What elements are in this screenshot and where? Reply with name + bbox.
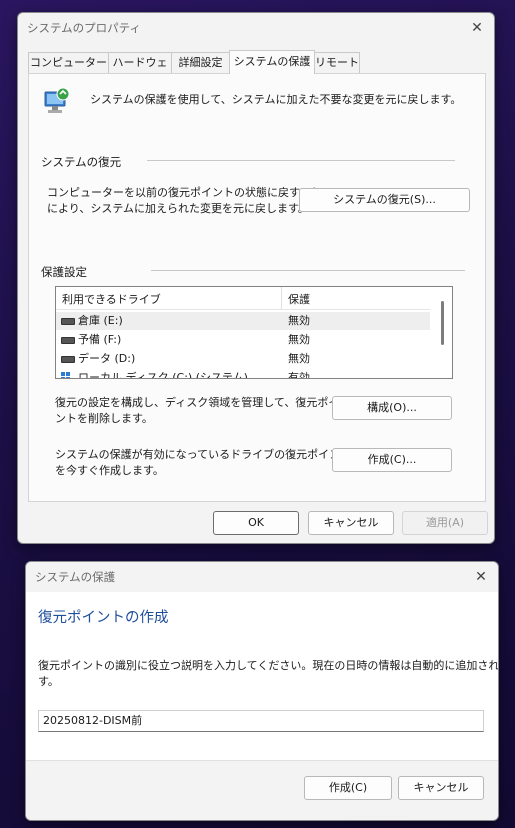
drive-icon [61, 337, 75, 344]
drive-list[interactable]: 利用できるドライブ 保護 倉庫 (E:) 無効 予備 (F:) 無効 データ (… [55, 286, 453, 379]
restore-desc-line2: により、システムに加えられた変更を元に戻します。 [47, 202, 309, 215]
apply-button[interactable]: 適用(A) [402, 511, 488, 535]
drive-icon [61, 318, 75, 325]
drive-row[interactable]: 倉庫 (E:) 無効 [56, 312, 430, 330]
scrollbar[interactable] [441, 301, 444, 345]
system-protection-icon [44, 87, 70, 113]
drive-status: 有効 [288, 371, 310, 379]
dialog-title: システムの保護 [26, 562, 498, 592]
close-icon[interactable]: ✕ [464, 16, 490, 40]
drive-status: 無効 [288, 352, 310, 365]
system-protection-panel: システムの保護を使用して、システムに加えた不要な変更を元に戻します。 システムの… [28, 73, 486, 502]
drive-status: 無効 [288, 314, 310, 327]
create-confirm-button[interactable]: 作成(C) [304, 776, 392, 800]
restore-heading: システムの復元 [41, 155, 122, 169]
divider [147, 160, 455, 161]
create-button[interactable]: 作成(C)... [332, 448, 452, 472]
system-properties-window: システムのプロパティ ✕ コンピューター名 ハードウェア 詳細設定 システムの保… [17, 12, 495, 544]
drive-row[interactable]: ローカル ディスク (C:) (システム) 有効 [56, 369, 430, 379]
dialog-footer: 作成(C) キャンセル [26, 760, 498, 820]
tab-computer-name[interactable]: コンピューター名 [28, 52, 109, 89]
ok-button[interactable]: OK [213, 511, 299, 535]
divider [151, 270, 465, 271]
restore-desc-line1: コンピューターを以前の復元ポイントの状態に戻すこと [47, 186, 322, 199]
description-input[interactable]: 20250812-DISM前 [38, 710, 484, 732]
create-description: システムの保護が有効になっているドライブの復元ポイント を今すぐ作成します。 [55, 447, 351, 479]
drive-name: ローカル ディスク (C:) (システム) [78, 371, 248, 379]
configure-desc-line2: ントを削除します。 [55, 412, 153, 425]
configure-button[interactable]: 構成(O)... [332, 396, 452, 420]
drive-list-header: 利用できるドライブ 保護 [56, 287, 430, 310]
column-header-protection[interactable]: 保護 [288, 291, 310, 307]
configure-desc-line1: 復元の設定を構成し、ディスク領域を管理して、復元ポイ [55, 396, 340, 409]
configure-description: 復元の設定を構成し、ディスク領域を管理して、復元ポイ ントを削除します。 [55, 395, 339, 427]
create-restore-point-dialog: システムの保護 ✕ 復元ポイントの作成 復元ポイントの識別に役立つ説明を入力して… [25, 561, 499, 821]
dialog-cancel-button[interactable]: キャンセル [398, 776, 484, 800]
tab-advanced[interactable]: 詳細設定 [171, 52, 230, 73]
drive-name: データ (D:) [78, 352, 136, 365]
dialog-description: 復元ポイントの識別に役立つ説明を入力してください。現在の日時の情報は自動的に追加… [38, 658, 499, 690]
restore-description: コンピューターを以前の復元ポイントの状態に戻すこと により、システムに加えられた… [47, 185, 322, 217]
drive-name: 予備 (F:) [78, 333, 122, 346]
dialog-body: 復元ポイントの作成 復元ポイントの識別に役立つ説明を入力してください。現在の日時… [26, 592, 498, 760]
dialog-desc-line2: す。 [38, 675, 59, 688]
drive-status: 無効 [288, 333, 310, 346]
window-title: システムのプロパティ [27, 21, 141, 35]
tab-remote[interactable]: リモート [314, 52, 360, 73]
column-separator [281, 287, 282, 309]
close-icon[interactable]: ✕ [468, 565, 494, 589]
create-desc-line2: を今すぐ作成します。 [55, 464, 164, 477]
cancel-button[interactable]: キャンセル [308, 511, 394, 535]
system-restore-button[interactable]: システムの復元(S)... [299, 188, 470, 212]
create-desc-line1: システムの保護が有効になっているドライブの復元ポイント [55, 448, 352, 461]
column-header-drive[interactable]: 利用できるドライブ [62, 291, 161, 307]
protection-heading: 保護設定 [41, 265, 87, 279]
dialog-heading: 復元ポイントの作成 [38, 610, 169, 626]
dialog-desc-line1: 復元ポイントの識別に役立つ説明を入力してください。現在の日時の情報は自動的に追加… [38, 659, 499, 672]
intro-text: システムの保護を使用して、システムに加えた不要な変更を元に戻します。 [90, 93, 462, 106]
drive-name: 倉庫 (E:) [78, 314, 123, 327]
drive-row[interactable]: 予備 (F:) 無効 [56, 331, 430, 349]
tab-hardware[interactable]: ハードウェア [108, 52, 172, 89]
drive-icon [61, 356, 75, 363]
tab-system-protection[interactable]: システムの保護 [229, 50, 315, 74]
drive-row[interactable]: データ (D:) 無効 [56, 350, 430, 368]
windows-drive-icon [61, 372, 71, 378]
